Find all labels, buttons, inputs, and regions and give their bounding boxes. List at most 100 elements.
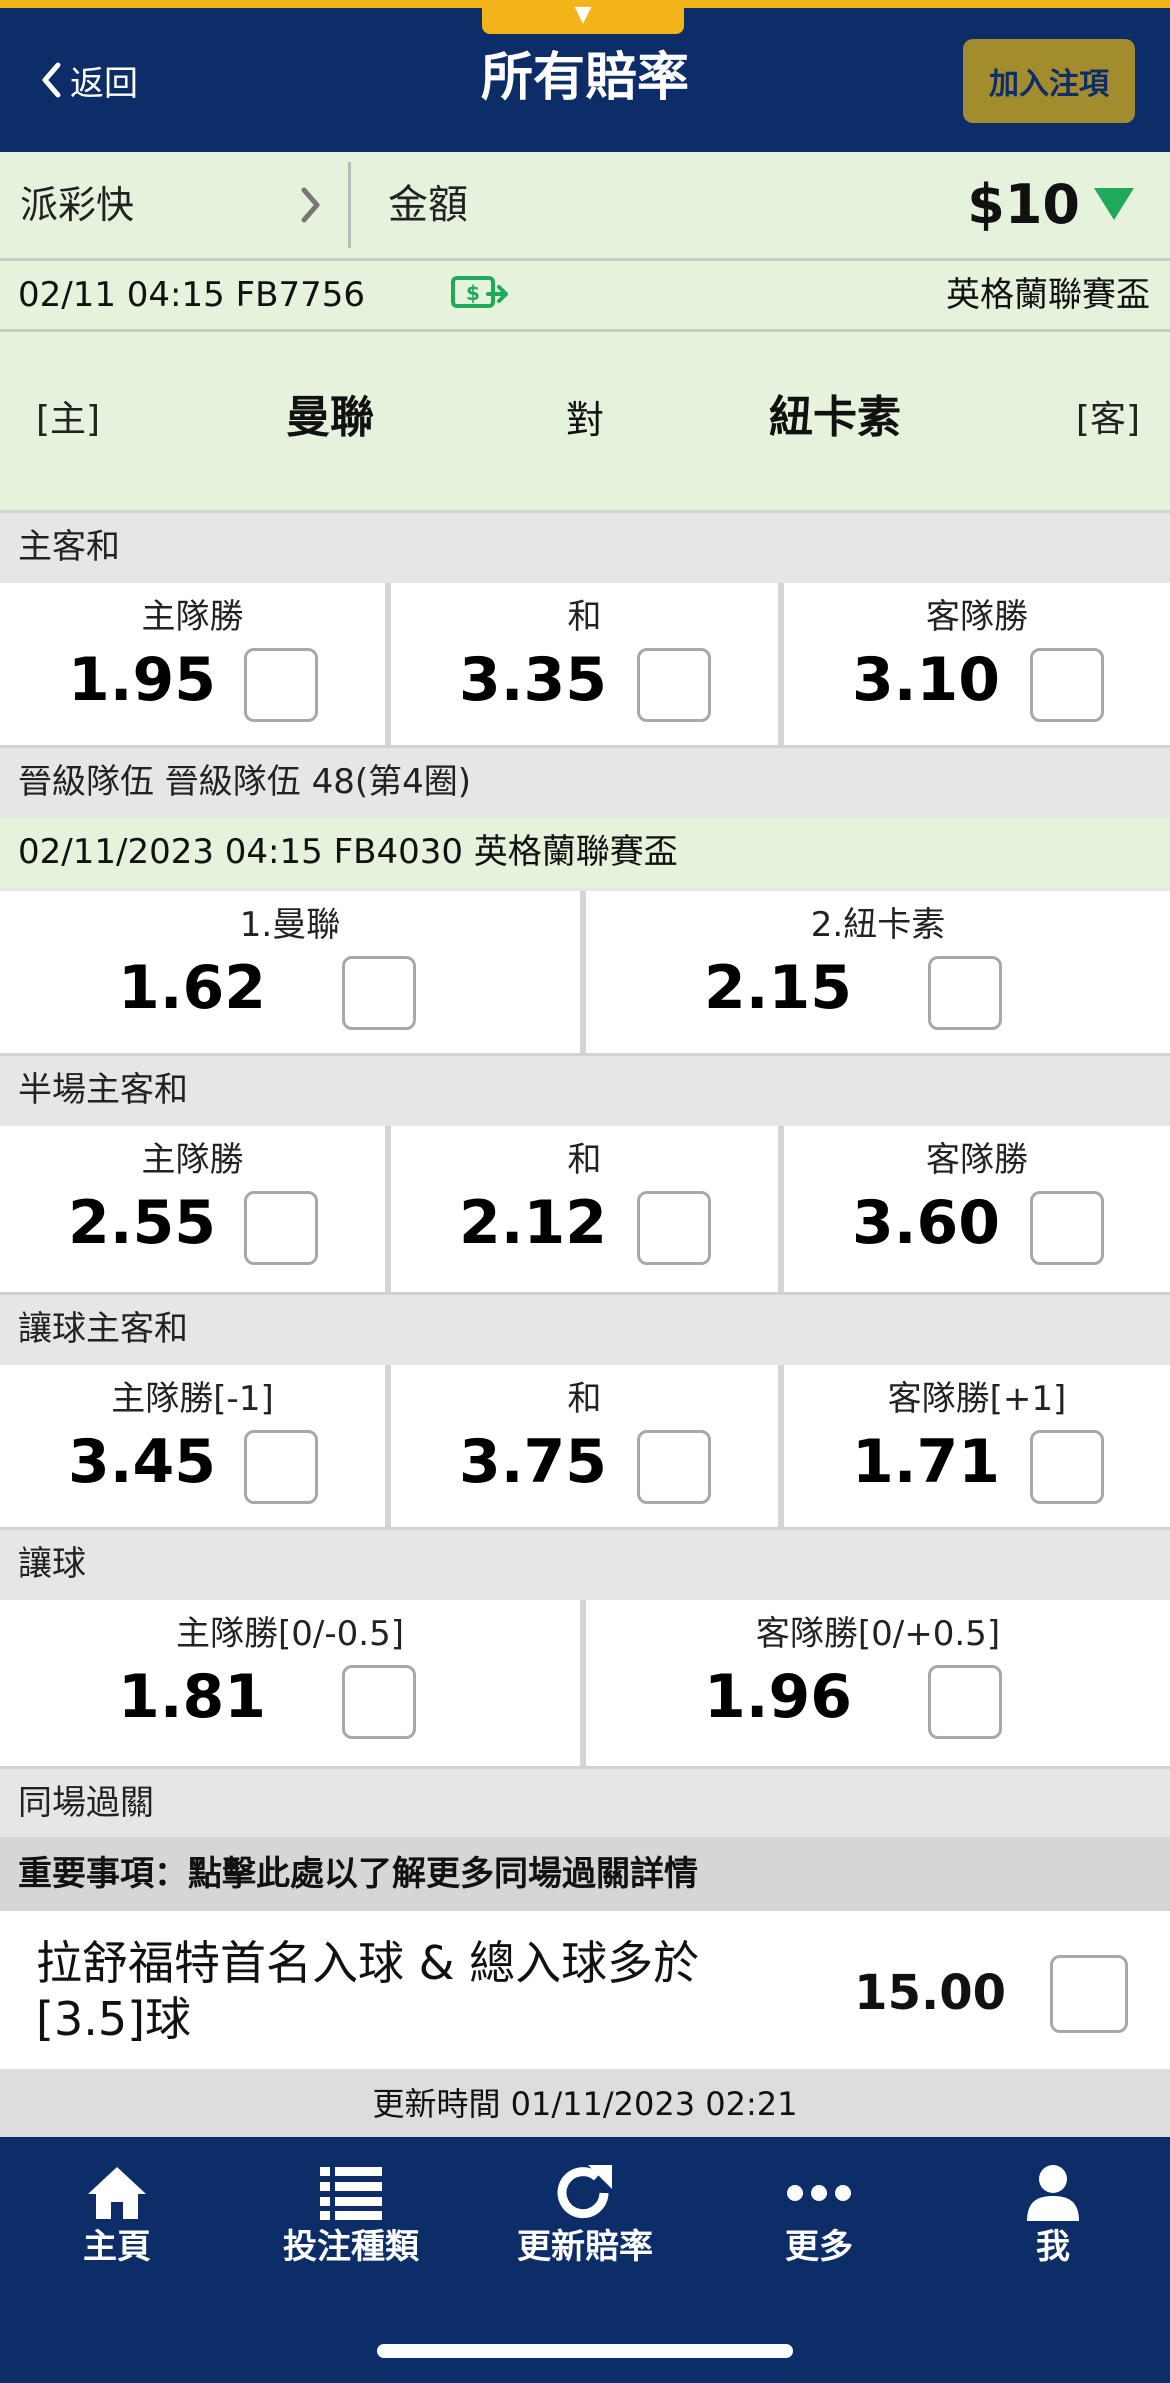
bet-checkbox[interactable] <box>1030 1191 1104 1265</box>
odds-label: 客隊勝 <box>926 1140 1028 1180</box>
divider <box>348 162 351 248</box>
nav-item-more[interactable]: 更多 <box>702 2152 936 2272</box>
odds-cell-away[interactable]: 客隊勝[+1] 1.71 <box>784 1365 1170 1527</box>
section-title: 讓球主客和 <box>18 1309 188 1349</box>
odds-label: 客隊勝 <box>926 597 1028 637</box>
bet-checkbox[interactable] <box>342 956 416 1030</box>
amount-label: 金額 <box>388 182 468 228</box>
odds-cell-draw[interactable]: 和 2.12 <box>391 1126 778 1292</box>
pull-down-tab[interactable]: ▼ <box>482 0 684 34</box>
home-tag: [主] <box>36 399 101 440</box>
list-icon <box>234 2162 468 2224</box>
odds-cell-away[interactable]: 客隊勝 3.60 <box>784 1126 1170 1292</box>
odds-value: 3.75 <box>459 1427 608 1497</box>
odds-value: 2.12 <box>459 1188 608 1258</box>
notice-text: 重要事項：點擊此處以了解更多同場過關詳情 <box>18 1854 698 1894</box>
nav-label: 投注種類 <box>283 2227 419 2267</box>
bet-checkbox[interactable] <box>1030 1430 1104 1504</box>
update-time: 更新時間 01/11/2023 02:21 <box>372 2085 798 2123</box>
odds-cell-home[interactable]: 主隊勝 2.55 <box>0 1126 385 1292</box>
to-qualify-match-info: 02/11/2023 04:15 FB4030 英格蘭聯賽盃 <box>0 818 1170 888</box>
amount-value[interactable]: $10 <box>900 170 1080 240</box>
match-info: 02/11/2023 04:15 FB4030 英格蘭聯賽盃 <box>18 832 678 872</box>
section-header-same-game: 同場過關 <box>0 1766 1170 1839</box>
odds-cell-team-1[interactable]: 1.曼聯 1.62 <box>0 891 580 1053</box>
bet-checkbox[interactable] <box>637 1191 711 1265</box>
same-game-notice-link[interactable]: 重要事項：點擊此處以了解更多同場過關詳情 <box>0 1837 1170 1911</box>
bet-checkbox[interactable] <box>244 1430 318 1504</box>
away-team-name: 紐卡素 <box>769 392 901 443</box>
odds-label: 客隊勝[+1] <box>887 1379 1067 1419</box>
caret-down-icon[interactable] <box>1092 186 1136 226</box>
home-team-name: 曼聯 <box>286 392 374 443</box>
odds-cell-home[interactable]: 主隊勝[0/-0.5] 1.81 <box>0 1600 580 1766</box>
odds-label: 2.紐卡素 <box>810 905 946 945</box>
nav-label: 更新賠率 <box>517 2227 653 2267</box>
odds-value: 1.62 <box>118 953 267 1023</box>
section-header-hda: 主客和 <box>0 510 1170 583</box>
nav-label: 更多 <box>785 2227 853 2267</box>
odds-label: 1.曼聯 <box>239 905 341 945</box>
away-tag: [客] <box>1075 399 1140 440</box>
refresh-icon <box>468 2162 702 2224</box>
user-icon <box>936 2162 1170 2224</box>
bet-checkbox[interactable] <box>1030 648 1104 722</box>
bet-checkbox[interactable] <box>244 648 318 722</box>
odds-cell-draw[interactable]: 和 3.75 <box>391 1365 778 1527</box>
odds-value: 1.96 <box>704 1662 853 1732</box>
nav-item-refresh-odds[interactable]: 更新賠率 <box>468 2152 702 2272</box>
odds-value: 15.00 <box>854 1965 1006 2021</box>
pai-cai-kuai-link[interactable]: 派彩快 <box>20 180 134 230</box>
bet-checkbox[interactable] <box>637 1430 711 1504</box>
section-header-half-time-hda: 半場主客和 <box>0 1053 1170 1126</box>
section-title: 半場主客和 <box>18 1070 188 1110</box>
bet-checkbox[interactable] <box>637 648 711 722</box>
odds-cell-home[interactable]: 主隊勝 1.95 <box>0 583 385 745</box>
bet-checkbox[interactable] <box>928 956 1002 1030</box>
bet-checkbox[interactable] <box>342 1665 416 1739</box>
nav-item-bet-types[interactable]: 投注種類 <box>234 2152 468 2272</box>
section-header-handicap: 讓球 <box>0 1527 1170 1600</box>
versus-label: 對 <box>565 398 604 442</box>
odds-label: 和 <box>567 1379 602 1419</box>
odds-cell-draw[interactable]: 和 3.35 <box>391 583 778 745</box>
odds-cell-team-2[interactable]: 2.紐卡素 2.15 <box>586 891 1170 1053</box>
section-header-handicap-hda: 讓球主客和 <box>0 1292 1170 1365</box>
odds-label: 和 <box>567 1140 602 1180</box>
section-title: 主客和 <box>18 527 120 567</box>
odds-value: 3.10 <box>852 645 1001 715</box>
nav-label: 我 <box>1036 2227 1070 2267</box>
odds-value: 1.71 <box>852 1427 1001 1497</box>
league-name: 英格蘭聯賽盃 <box>946 275 1150 315</box>
chevron-right-icon[interactable] <box>300 186 322 228</box>
nav-item-me[interactable]: 我 <box>936 2152 1170 2272</box>
section-header-to-qualify: 晉級隊伍 晉級隊伍 48(第4圈) <box>0 745 1170 818</box>
odds-label: 和 <box>567 597 602 637</box>
odds-value: 1.95 <box>68 645 217 715</box>
add-bet-button[interactable]: 加入注項 <box>963 39 1135 123</box>
bet-checkbox[interactable] <box>1050 1955 1128 2033</box>
more-icon <box>702 2162 936 2224</box>
odds-cell-away[interactable]: 客隊勝[0/+0.5] 1.96 <box>586 1600 1170 1766</box>
section-title: 同場過關 <box>18 1783 154 1823</box>
home-indicator[interactable] <box>377 2344 793 2358</box>
odds-label: 主隊勝[-1] <box>111 1379 274 1419</box>
update-time-bar: 更新時間 01/11/2023 02:21 <box>0 2069 1170 2137</box>
odds-cell-away[interactable]: 客隊勝 3.10 <box>784 583 1170 745</box>
odds-value: 2.55 <box>68 1188 217 1258</box>
odds-value: 3.60 <box>852 1188 1001 1258</box>
match-datetime-id: 02/11 04:15 FB7756 <box>18 275 365 315</box>
selection-text: 拉舒福特首名入球 & 總入球多於 [3.5]球 <box>36 1936 700 2046</box>
odds-value: 3.45 <box>68 1427 217 1497</box>
cash-out-icon: $ <box>450 272 510 318</box>
odds-value: 1.81 <box>118 1662 267 1732</box>
bet-checkbox[interactable] <box>928 1665 1002 1739</box>
odds-value: 2.15 <box>704 953 853 1023</box>
odds-label: 客隊勝[0/+0.5] <box>755 1614 1001 1654</box>
section-title: 晉級隊伍 晉級隊伍 48(第4圈) <box>18 762 472 802</box>
section-title: 讓球 <box>18 1544 86 1584</box>
bet-checkbox[interactable] <box>244 1191 318 1265</box>
odds-cell-home[interactable]: 主隊勝[-1] 3.45 <box>0 1365 385 1527</box>
odds-value: 3.35 <box>459 645 608 715</box>
nav-item-home[interactable]: 主頁 <box>0 2152 234 2272</box>
